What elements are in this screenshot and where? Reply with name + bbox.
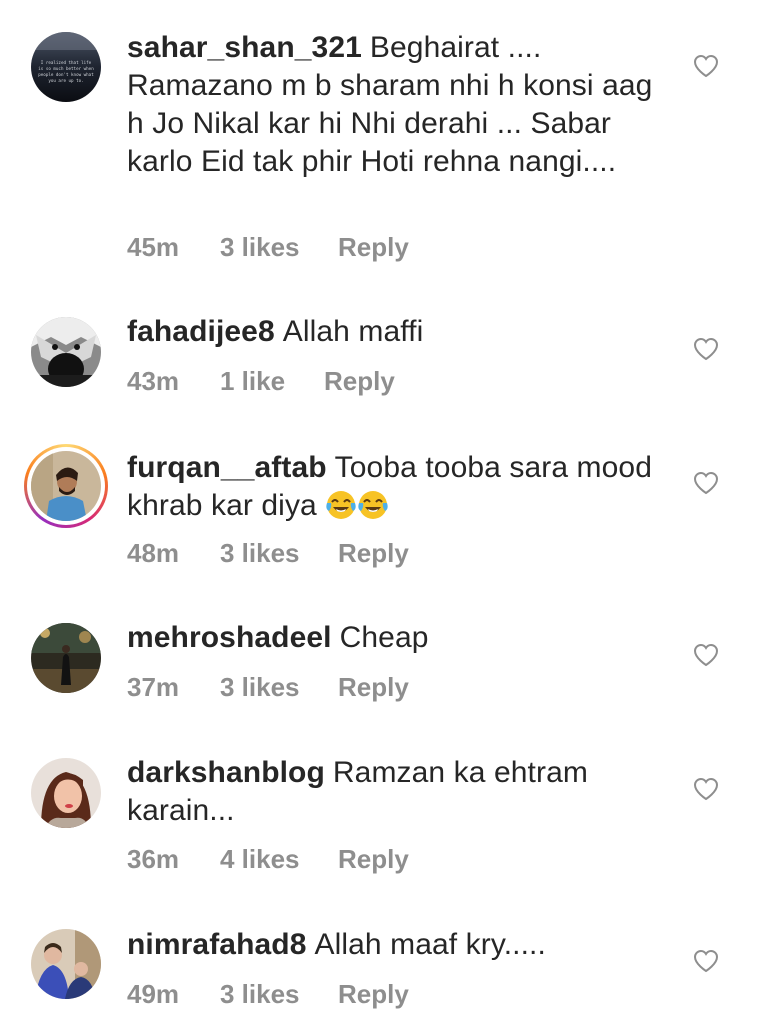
reply-button[interactable]: Reply <box>338 672 409 703</box>
timestamp: 37m <box>127 672 180 702</box>
comment-body: Allah maffi <box>282 315 424 348</box>
heart-icon[interactable] <box>693 54 719 78</box>
comment-text: sahar_shan_321 Beghairat .... Ramazano m … <box>127 29 672 181</box>
heart-icon[interactable] <box>693 471 719 495</box>
avatar <box>31 451 101 521</box>
avatar-story-ring[interactable] <box>24 444 108 528</box>
comment-text: mehroshadeel Cheap <box>127 619 672 657</box>
username-link[interactable]: darkshanblog <box>127 756 325 789</box>
username-link[interactable]: sahar_shan_321 <box>127 31 362 64</box>
timestamp: 48m <box>127 538 180 568</box>
reply-button[interactable]: Reply <box>338 538 409 569</box>
likes-count[interactable]: 4 likes <box>220 844 300 875</box>
svg-text:you are up to.: you are up to. <box>48 78 83 83</box>
comment-body: Allah maaf kry..... <box>314 928 546 961</box>
svg-text:is so much better when: is so much better when <box>38 66 94 71</box>
timestamp: 36m <box>127 844 180 874</box>
comment-text: fahadijee8 Allah maffi <box>127 313 672 351</box>
face-with-tears-of-joy-icon <box>326 491 356 519</box>
comment-text: nimrafahad8 Allah maaf kry..... <box>127 926 672 964</box>
svg-text:people don't know what: people don't know what <box>38 72 94 77</box>
likes-count[interactable]: 3 likes <box>220 979 300 1010</box>
heart-icon[interactable] <box>693 643 719 667</box>
username-link[interactable]: furqan__aftab <box>127 451 327 484</box>
username-link[interactable]: fahadijee8 <box>127 315 275 348</box>
heart-icon[interactable] <box>693 777 719 801</box>
avatar[interactable] <box>31 317 101 387</box>
likes-count[interactable]: 1 like <box>220 366 285 397</box>
timestamp: 49m <box>127 979 180 1009</box>
avatar[interactable] <box>31 758 101 828</box>
reply-button[interactable]: Reply <box>338 844 409 875</box>
avatar[interactable] <box>31 929 101 999</box>
comment-text: darkshanblog Ramzan ka ehtram karain... <box>127 754 672 830</box>
username-link[interactable]: nimrafahad8 <box>127 928 307 961</box>
reply-button[interactable]: Reply <box>338 232 409 263</box>
username-link[interactable]: mehroshadeel <box>127 621 332 654</box>
likes-count[interactable]: 3 likes <box>220 538 300 569</box>
heart-icon[interactable] <box>693 337 719 361</box>
face-with-tears-of-joy-icon <box>358 491 388 519</box>
likes-count[interactable]: 3 likes <box>220 232 300 263</box>
svg-text:I realized that life: I realized that life <box>41 60 92 65</box>
avatar[interactable] <box>31 623 101 693</box>
reply-button[interactable]: Reply <box>338 979 409 1010</box>
likes-count[interactable]: 3 likes <box>220 672 300 703</box>
reply-button[interactable]: Reply <box>324 366 395 397</box>
comment-body: Cheap <box>339 621 429 654</box>
heart-icon[interactable] <box>693 949 719 973</box>
timestamp: 45m <box>127 232 180 262</box>
avatar[interactable]: I realized that life is so much better w… <box>31 32 101 102</box>
comment-text: furqan__aftab Tooba tooba sara mood khrab… <box>127 449 672 525</box>
timestamp: 43m <box>127 366 180 396</box>
